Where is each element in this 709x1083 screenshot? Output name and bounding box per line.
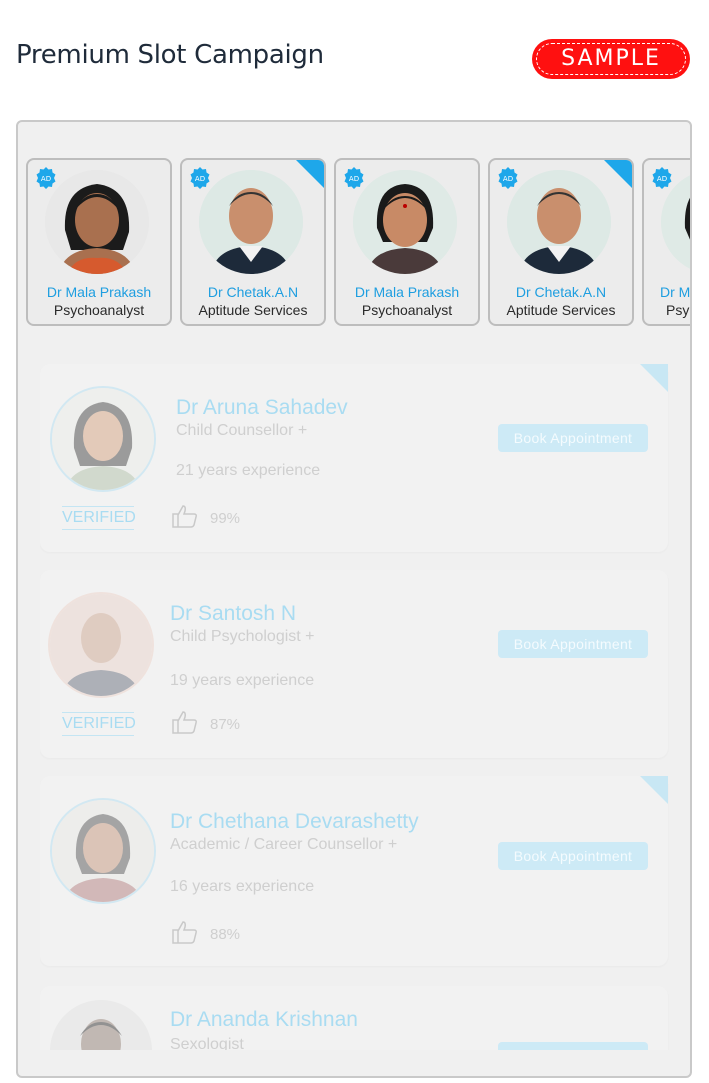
- doctor-specialty: Academic / Career Counsellor +: [170, 836, 398, 853]
- doctor-avatar: [199, 170, 303, 274]
- featured-corner-ribbon: [640, 364, 668, 392]
- thumbs-up-icon: [172, 921, 197, 944]
- doctor-avatar: [45, 170, 149, 274]
- doctor-specialty: Sexologist: [170, 1036, 244, 1050]
- doctor-experience: 16 years experience: [170, 878, 315, 895]
- doctor-name[interactable]: Dr Chethana Devarashetty: [170, 810, 419, 834]
- verified-badge: VERIFIED: [62, 506, 136, 530]
- slot-doctor-specialty: Psychoanalyst: [53, 302, 145, 318]
- doctor-avatar: [50, 386, 156, 492]
- thumbs-up-icon: [172, 711, 197, 734]
- doctor-listing: Dr Aruna Sahadev Child Counsellor + 21 y…: [40, 364, 670, 1050]
- campaign-preview-panel: AD Dr Mala Prakash Psychoanalyst AD Dr C…: [16, 120, 692, 1078]
- ad-badge-icon: AD: [344, 167, 364, 189]
- slot-doctor-name: Dr Chetak.A.N: [515, 284, 607, 300]
- premium-slot-carousel[interactable]: AD Dr Mala Prakash Psychoanalyst AD Dr C…: [26, 158, 691, 328]
- premium-slot-card[interactable]: AD Dr Mala Prakash Psychoanalyst: [26, 158, 172, 326]
- book-appointment-button[interactable]: Book Appointment: [498, 424, 648, 452]
- doctor-rating: 88%: [210, 926, 241, 943]
- doctor-experience: 21 years experience: [176, 462, 321, 479]
- featured-corner-ribbon: [640, 776, 668, 804]
- premium-slot-card[interactable]: AD Dr Mala Prakash Psychoanalyst: [642, 158, 691, 326]
- doctor-card[interactable]: Dr Aruna Sahadev Child Counsellor + 21 y…: [40, 364, 668, 552]
- svg-text:AD: AD: [41, 175, 51, 183]
- svg-text:AD: AD: [657, 175, 667, 183]
- slot-doctor-specialty: Psychoanalyst: [361, 302, 453, 318]
- ad-badge-icon: AD: [36, 167, 56, 189]
- doctor-experience: 19 years experience: [170, 672, 315, 689]
- sample-badge-label: SAMPLE: [536, 43, 686, 75]
- doctor-avatar: [50, 1000, 152, 1050]
- ad-badge-icon: AD: [498, 167, 518, 189]
- ad-badge-icon: AD: [190, 167, 210, 189]
- page-title: Premium Slot Campaign: [16, 40, 324, 70]
- doctor-avatar: [353, 170, 457, 274]
- doctor-avatar: [507, 170, 611, 274]
- featured-corner-ribbon: [603, 160, 632, 189]
- doctor-rating: 87%: [210, 716, 241, 733]
- sample-badge: SAMPLE: [532, 39, 690, 79]
- slot-doctor-specialty: Aptitude Services: [506, 302, 616, 318]
- doctor-avatar: [48, 592, 154, 698]
- slot-doctor-name: Dr Mala Prakash: [354, 284, 460, 300]
- slot-doctor-name: Dr Mala Prakash: [46, 284, 152, 300]
- slot-doctor-name: Dr Chetak.A.N: [207, 284, 299, 300]
- thumbs-up-icon: [172, 505, 197, 528]
- doctor-card[interactable]: Dr Santosh N Child Psychologist + 19 yea…: [40, 570, 668, 758]
- doctor-card[interactable]: Dr Ananda Krishnan Sexologist: [40, 986, 668, 1050]
- premium-slot-card[interactable]: AD Dr Chetak.A.N Aptitude Services: [488, 158, 634, 326]
- premium-slot-card[interactable]: AD Dr Chetak.A.N Aptitude Services: [180, 158, 326, 326]
- svg-text:AD: AD: [195, 175, 205, 183]
- svg-text:AD: AD: [503, 175, 513, 183]
- doctor-name[interactable]: Dr Ananda Krishnan: [170, 1008, 358, 1032]
- slot-doctor-name: Dr Mala Prakash: [660, 284, 691, 300]
- book-appointment-button[interactable]: Book Appointment: [498, 630, 648, 658]
- doctor-rating: 99%: [210, 510, 241, 527]
- doctor-specialty: Child Counsellor +: [176, 422, 308, 439]
- book-appointment-button[interactable]: [498, 1042, 648, 1050]
- slot-doctor-specialty: Aptitude Services: [198, 302, 308, 318]
- featured-corner-ribbon: [295, 160, 324, 189]
- book-appointment-button[interactable]: Book Appointment: [498, 842, 648, 870]
- verified-badge: VERIFIED: [62, 712, 136, 736]
- doctor-card[interactable]: Dr Chethana Devarashetty Academic / Care…: [40, 776, 668, 966]
- ad-badge-icon: AD: [652, 167, 672, 189]
- doctor-name[interactable]: Dr Santosh N: [170, 602, 296, 626]
- premium-slot-card[interactable]: AD Dr Mala Prakash Psychoanalyst: [334, 158, 480, 326]
- doctor-name[interactable]: Dr Aruna Sahadev: [176, 396, 348, 420]
- doctor-avatar: [50, 798, 156, 904]
- svg-text:AD: AD: [349, 175, 359, 183]
- doctor-specialty: Child Psychologist +: [170, 628, 315, 645]
- slot-doctor-specialty: Psychoanalyst: [666, 302, 690, 318]
